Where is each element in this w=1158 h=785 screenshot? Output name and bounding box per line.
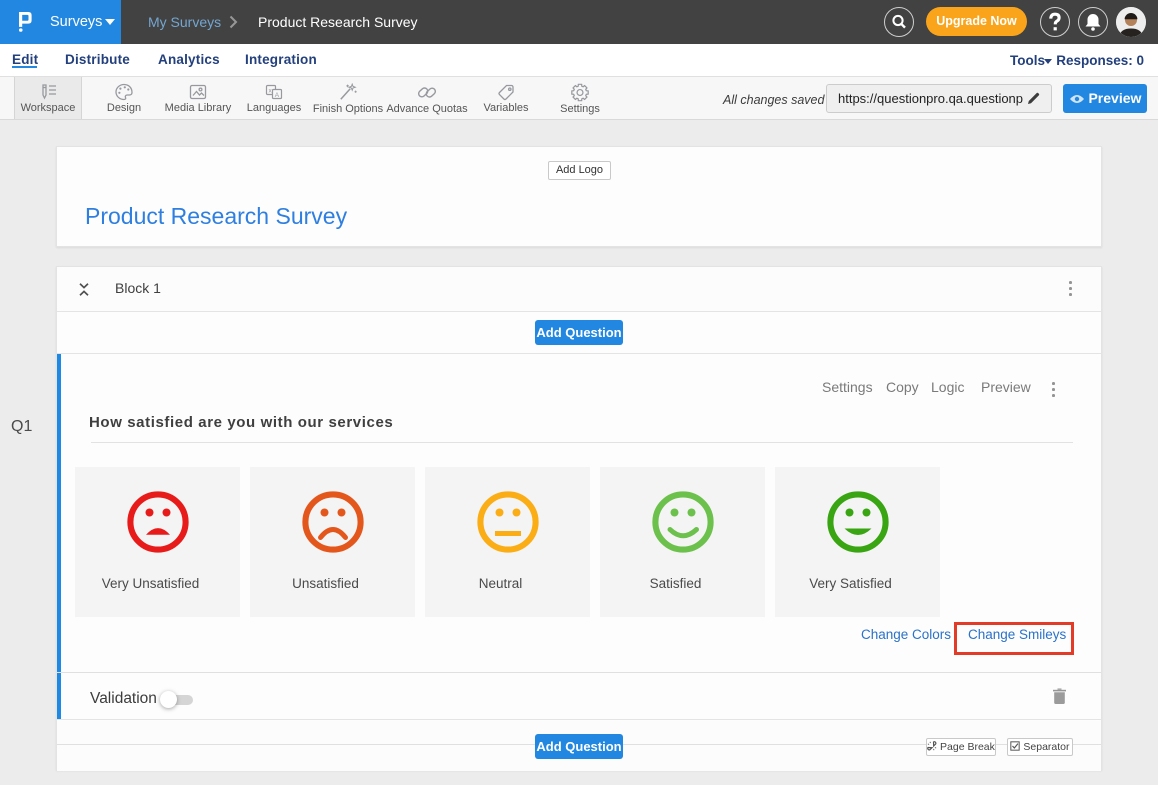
svg-text:x: x: [269, 88, 273, 95]
svg-text:A: A: [275, 92, 280, 99]
